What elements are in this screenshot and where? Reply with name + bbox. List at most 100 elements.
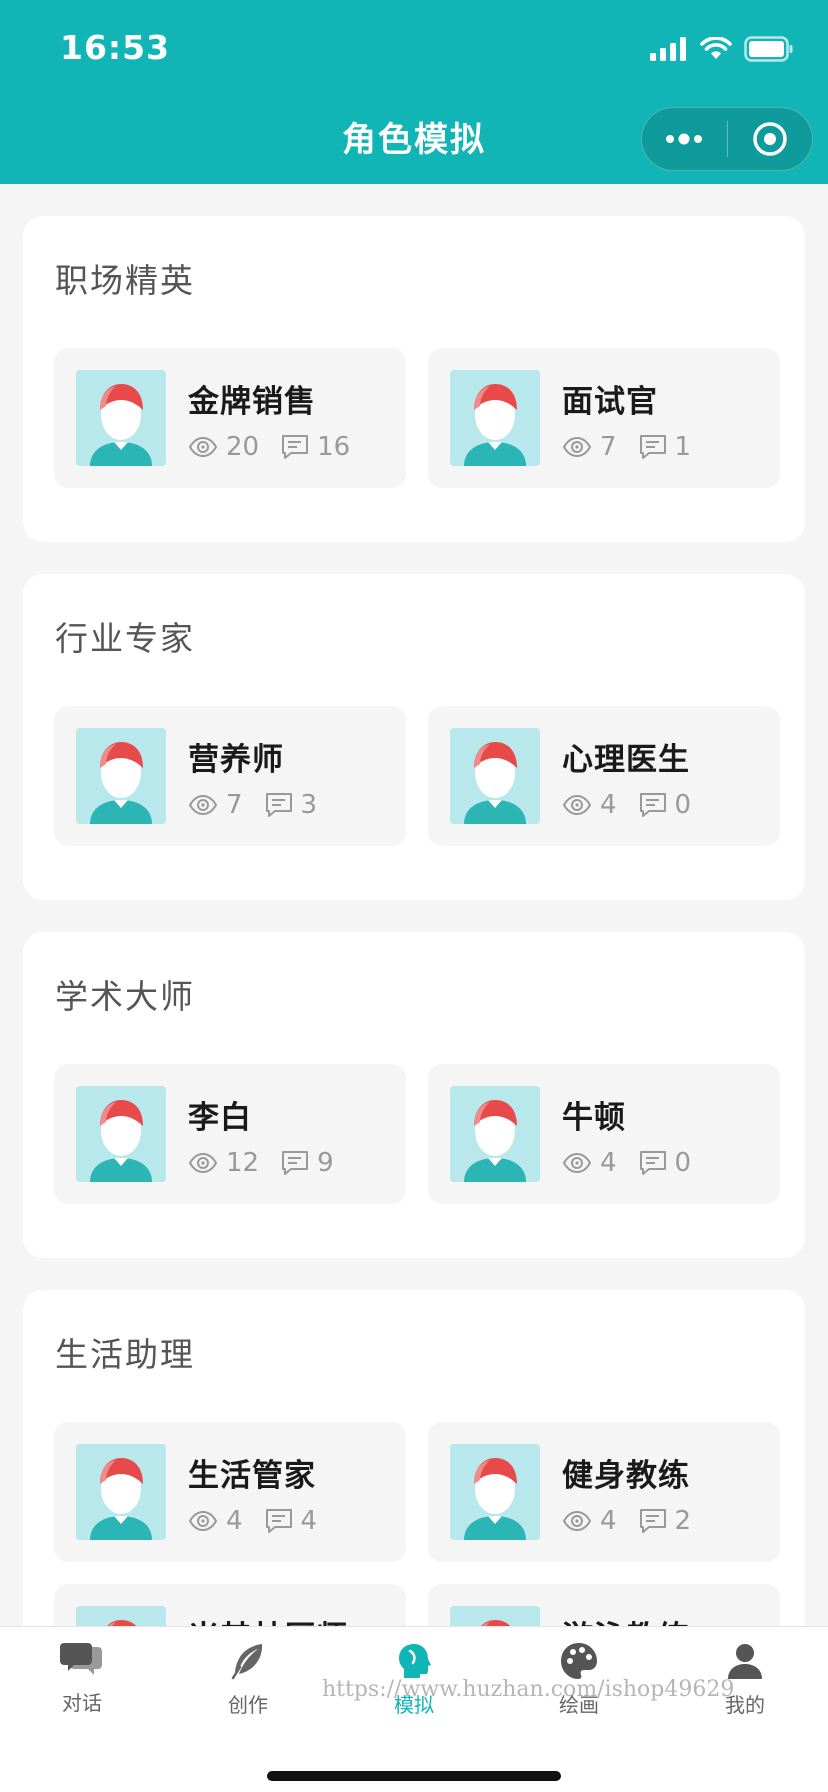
comment-icon — [639, 1151, 666, 1175]
view-count-value: 4 — [600, 1148, 617, 1178]
eye-icon — [562, 436, 592, 458]
comment-count-value: 9 — [317, 1148, 334, 1178]
comment-icon — [282, 435, 309, 459]
role-card[interactable]: 米其林厨师 — [54, 1584, 406, 1626]
role-name: 米其林厨师 — [188, 1612, 348, 1626]
status-time: 16:53 — [60, 28, 171, 67]
comment-count: 4 — [265, 1506, 318, 1536]
category-section: 行业专家 营养师 7 3 心理医生 4 0 — [23, 574, 805, 900]
tab-label: 对话 — [62, 1691, 102, 1715]
avatar-illustration — [464, 1458, 526, 1540]
role-card[interactable]: 心理医生 4 0 — [428, 706, 780, 846]
view-count: 7 — [562, 432, 617, 462]
role-card[interactable]: 金牌销售 20 16 — [54, 348, 406, 488]
comment-count-value: 16 — [317, 432, 351, 462]
eye-icon — [562, 794, 592, 816]
role-stats: 71 — [562, 432, 713, 462]
avatar-illustration — [464, 384, 526, 466]
role-name: 牛顿 — [562, 1100, 626, 1136]
comment-count: 0 — [639, 790, 692, 820]
avatar-illustration — [481, 1620, 511, 1626]
person-icon — [728, 1644, 762, 1679]
role-stats: 73 — [188, 790, 339, 820]
avatar-illustration — [90, 1458, 152, 1540]
tab-label: 创作 — [228, 1693, 268, 1717]
avatar-illustration — [107, 1620, 137, 1626]
tab-create[interactable]: 创作 — [188, 1641, 308, 1718]
category-section: 职场精英 金牌销售 20 16 面试官 7 1 — [23, 216, 805, 542]
view-count: 4 — [562, 1506, 617, 1536]
more-button[interactable] — [642, 108, 727, 170]
comment-count: 1 — [639, 432, 692, 462]
comment-count-value: 1 — [674, 432, 692, 462]
top-header: 16:53 角色模拟 — [0, 0, 828, 184]
role-stats: 20 16 — [188, 432, 372, 462]
target-circle-icon — [753, 122, 787, 156]
head-silhouette-icon — [399, 1644, 431, 1678]
avatar-illustration — [90, 1100, 152, 1182]
category-section: 生活助理生活管家44健身教练42米其林厨师游泳教练 — [23, 1290, 805, 1626]
view-count-value: 20 — [226, 432, 260, 462]
comment-count: 3 — [265, 790, 317, 820]
avatar — [450, 1606, 540, 1626]
category-section: 学术大师 李白 12 9 牛顿 4 0 — [23, 932, 805, 1258]
home-indicator[interactable] — [267, 1771, 561, 1781]
comment-count: 0 — [639, 1148, 692, 1178]
avatar — [76, 1444, 166, 1540]
avatar — [76, 370, 166, 466]
role-card[interactable]: 健身教练 4 2 — [428, 1422, 780, 1562]
comment-icon — [282, 1151, 309, 1175]
avatar-illustration — [464, 1100, 526, 1182]
avatar-illustration — [90, 742, 152, 824]
signal-icon — [650, 37, 686, 61]
role-name: 游泳教练 — [562, 1612, 690, 1626]
eye-icon — [188, 436, 218, 458]
role-card[interactable]: 牛顿 4 0 — [428, 1064, 780, 1204]
comment-count-value: 0 — [674, 790, 692, 820]
role-card[interactable]: 面试官 7 1 — [428, 348, 780, 488]
close-miniprogram-button[interactable] — [728, 108, 813, 170]
eye-icon — [188, 794, 218, 816]
view-count-value: 4 — [226, 1506, 243, 1536]
role-card[interactable]: 李白 12 9 — [54, 1064, 406, 1204]
role-name: 金牌销售 — [188, 384, 316, 420]
eye-icon — [562, 1510, 592, 1532]
palette-icon — [561, 1643, 597, 1679]
chat-bubbles-icon — [60, 1643, 102, 1675]
role-card[interactable]: 游泳教练 — [428, 1584, 780, 1626]
comment-icon — [265, 793, 292, 817]
role-card[interactable]: 生活管家 4 4 — [54, 1422, 406, 1562]
avatar — [76, 1606, 166, 1626]
view-count-value: 4 — [600, 790, 617, 820]
comment-icon — [639, 1509, 666, 1533]
view-count: 7 — [188, 790, 243, 820]
comment-count-value: 0 — [674, 1148, 692, 1178]
avatar — [450, 1444, 540, 1540]
status-icons — [650, 34, 794, 64]
role-stats: 40 — [562, 1148, 713, 1178]
role-stats: 40 — [562, 790, 713, 820]
comment-count: 16 — [281, 432, 350, 462]
role-name: 健身教练 — [562, 1458, 690, 1494]
role-name: 李白 — [188, 1100, 252, 1136]
more-dots-icon — [666, 133, 703, 145]
section-title: 学术大师 — [55, 977, 195, 1016]
avatar — [76, 728, 166, 824]
role-name: 面试官 — [562, 384, 658, 420]
watermark-text: https://www.huzhan.com/ishop49629 — [322, 1677, 735, 1702]
section-title: 生活助理 — [55, 1335, 195, 1374]
tab-chat[interactable]: 对话 — [22, 1641, 142, 1716]
role-card[interactable]: 营养师 7 3 — [54, 706, 406, 846]
view-count-value: 7 — [226, 790, 243, 820]
role-list[interactable]: 职场精英 金牌销售 20 16 面试官 7 1 行业专家 营养师 7 3 心理医生 4 0 学术大师 李白 12… — [0, 184, 828, 1626]
comment-count: 2 — [639, 1506, 691, 1536]
battery-icon — [744, 36, 793, 62]
comment-count-value: 4 — [300, 1506, 318, 1536]
comment-icon — [265, 1509, 292, 1533]
avatar — [450, 1086, 540, 1182]
role-name: 营养师 — [188, 742, 284, 778]
avatar — [450, 728, 540, 824]
eye-icon — [188, 1510, 218, 1532]
view-count-value: 12 — [226, 1148, 260, 1178]
section-title: 职场精英 — [55, 261, 195, 300]
